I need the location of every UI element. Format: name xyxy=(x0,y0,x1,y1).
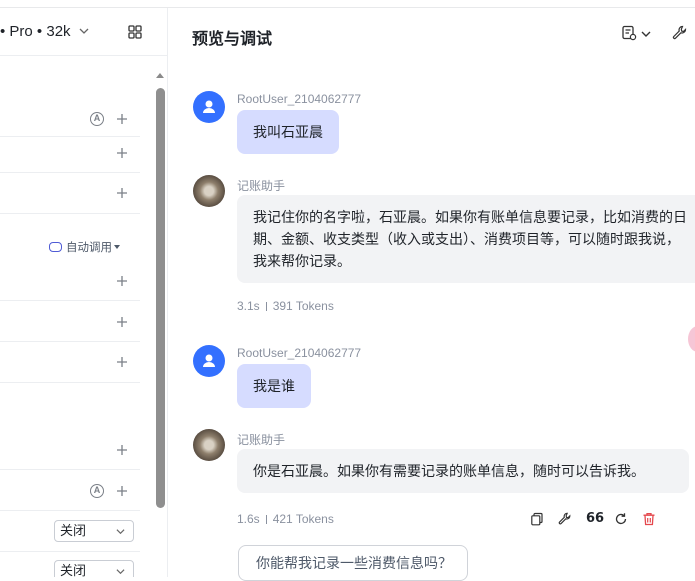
message-stats: 3.1s 391 Tokens xyxy=(237,299,334,313)
floating-action-button[interactable] xyxy=(688,326,695,352)
plus-icon[interactable] xyxy=(116,187,128,199)
user-message-bubble: 我是谁 xyxy=(237,364,311,408)
config-row xyxy=(0,301,140,342)
user-avatar xyxy=(193,91,225,123)
message-author: RootUser_2104062777 xyxy=(237,92,362,106)
bot-message-bubble: 我记住你的名字啦，石亚晨。如果你有账单信息要记录，比如消费的日期、金额、收支类型… xyxy=(237,195,695,283)
auto-call-label: 自动调用 xyxy=(66,242,112,254)
divider xyxy=(265,515,267,524)
config-row xyxy=(0,383,140,470)
auto-call-dropdown[interactable]: 自动调用 xyxy=(49,239,120,255)
wrench-icon[interactable] xyxy=(558,512,572,526)
refresh-icon[interactable] xyxy=(614,512,628,526)
plus-icon[interactable] xyxy=(116,275,128,287)
message-author: 记账助手 xyxy=(237,433,286,447)
user-icon xyxy=(203,354,215,367)
select-value: 关闭 xyxy=(60,563,87,577)
document-settings-icon[interactable] xyxy=(621,25,637,41)
top-border xyxy=(0,0,695,8)
toggle-select[interactable]: 关闭 xyxy=(54,560,134,577)
config-row xyxy=(0,342,140,383)
message-stats: 1.6s 421 Tokens xyxy=(237,512,334,526)
plugin-icon xyxy=(49,242,62,252)
plus-icon[interactable] xyxy=(116,316,128,328)
layout-grid-icon[interactable] xyxy=(128,25,142,39)
user-message-bubble: 我叫石亚晨 xyxy=(237,110,339,154)
message-author: 记账助手 xyxy=(237,179,286,193)
config-panel: • Pro • 32k A 自动调用 A 关闭 关闭 xyxy=(0,8,168,577)
suggested-question-button[interactable]: 你能帮我记录一些消费信息吗？ xyxy=(238,545,468,581)
config-row: 自动调用 xyxy=(0,214,140,301)
wrench-icon[interactable] xyxy=(672,25,688,41)
chevron-down-icon xyxy=(116,529,125,535)
bot-avatar xyxy=(193,429,225,461)
model-selector-row[interactable]: • Pro • 32k xyxy=(0,8,167,56)
auto-badge-icon: A xyxy=(90,484,104,498)
plus-icon[interactable] xyxy=(116,113,128,125)
divider xyxy=(265,302,267,311)
delete-icon[interactable] xyxy=(642,512,656,526)
scrollbar-thumb[interactable] xyxy=(156,88,165,508)
plus-icon[interactable] xyxy=(116,356,128,368)
scroll-up-arrow-icon[interactable] xyxy=(156,73,164,78)
caret-down-icon xyxy=(114,245,120,249)
chevron-down-icon[interactable] xyxy=(79,26,89,36)
response-time: 1.6s xyxy=(237,512,260,526)
plus-icon[interactable] xyxy=(116,485,128,497)
copy-icon[interactable] xyxy=(530,512,544,526)
config-row: 关闭 xyxy=(0,511,140,552)
bot-avatar xyxy=(193,175,225,207)
response-time: 3.1s xyxy=(237,299,260,313)
chevron-down-icon xyxy=(116,569,125,575)
auto-badge-icon: A xyxy=(90,112,104,126)
message-author: RootUser_2104062777 xyxy=(237,346,362,360)
config-row: 关闭 xyxy=(0,552,140,577)
user-icon xyxy=(203,100,215,113)
user-avatar xyxy=(193,345,225,377)
plus-icon[interactable] xyxy=(116,444,128,456)
token-count: 421 Tokens xyxy=(272,512,334,526)
toggle-select[interactable]: 关闭 xyxy=(54,520,134,542)
token-count: 391 Tokens xyxy=(272,299,334,313)
config-row xyxy=(0,173,140,214)
config-row xyxy=(0,137,140,173)
page-title: 预览与调试 xyxy=(192,31,273,48)
plus-icon[interactable] xyxy=(116,147,128,159)
quote-icon[interactable]: 66 xyxy=(586,511,604,526)
chevron-down-icon[interactable] xyxy=(641,29,651,39)
select-value: 关闭 xyxy=(60,523,87,538)
config-row: A xyxy=(0,56,140,137)
model-name[interactable]: • Pro • 32k xyxy=(0,23,71,40)
bot-message-bubble: 你是石亚晨。如果你有需要记录的账单信息，随时可以告诉我。 xyxy=(237,449,689,493)
config-row: A xyxy=(0,470,140,511)
